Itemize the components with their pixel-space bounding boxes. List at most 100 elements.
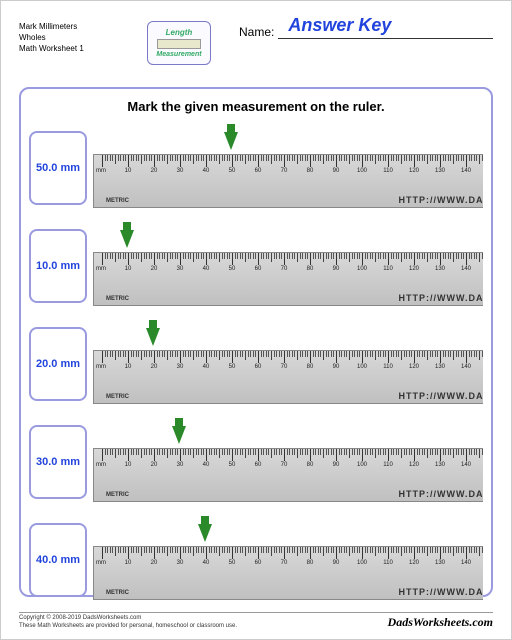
- tick-label: 120: [409, 364, 419, 370]
- tick-label: 60: [255, 560, 262, 566]
- value-text: 10.0 mm: [36, 260, 80, 272]
- tick-label: 120: [409, 462, 419, 468]
- tick-label: 40: [203, 560, 210, 566]
- tick-label: 40: [203, 266, 210, 272]
- ruler: 102030405060708090100110120130140150160m…: [93, 546, 483, 600]
- tick-label: 40: [203, 462, 210, 468]
- tick-label: 90: [333, 168, 340, 174]
- metric-label: METRIC: [106, 492, 129, 498]
- watermark: HTTP://WWW.DADS: [399, 293, 484, 303]
- tick-label: 90: [333, 364, 340, 370]
- tick-label: 140: [461, 364, 471, 370]
- logo-text-bottom: Measurement: [156, 51, 201, 58]
- measurement-row: 20.0 mm102030405060708090100110120130140…: [29, 320, 483, 408]
- mm-label: mm: [96, 364, 106, 370]
- copyright-text: Copyright © 2008-2019 DadsWorksheets.com: [19, 615, 237, 623]
- arrow-down-icon: [120, 230, 134, 248]
- tick-label: 70: [281, 462, 288, 468]
- tick-label: 20: [151, 462, 158, 468]
- value-box: 50.0 mm: [29, 131, 87, 205]
- tick-label: 70: [281, 364, 288, 370]
- tick-label: 120: [409, 168, 419, 174]
- value-text: 30.0 mm: [36, 456, 80, 468]
- tick-label: 100: [357, 560, 367, 566]
- title-line-1: Mark Millimeters: [19, 21, 139, 32]
- logo: Length Measurement: [139, 21, 219, 65]
- tick-label: 110: [383, 364, 393, 370]
- tick-label: 60: [255, 364, 262, 370]
- logo-box: Length Measurement: [147, 21, 211, 65]
- tick-label: 110: [383, 168, 393, 174]
- tick-label: 30: [177, 364, 184, 370]
- tick-label: 80: [307, 560, 314, 566]
- measurement-row: 10.0 mm102030405060708090100110120130140…: [29, 222, 483, 310]
- ruler: 102030405060708090100110120130140150160m…: [93, 448, 483, 502]
- tick-label: 130: [435, 462, 445, 468]
- arrow-down-icon: [146, 328, 160, 346]
- tick-label: 50: [229, 168, 236, 174]
- metric-label: METRIC: [106, 296, 129, 302]
- tick-label: 50: [229, 462, 236, 468]
- tick-label: 90: [333, 266, 340, 272]
- value-box: 30.0 mm: [29, 425, 87, 499]
- arrow-down-icon: [172, 426, 186, 444]
- name-input-line[interactable]: Answer Key: [278, 21, 493, 39]
- value-text: 20.0 mm: [36, 358, 80, 370]
- tick-label: 100: [357, 168, 367, 174]
- tick-label: 110: [383, 462, 393, 468]
- tick-label: 30: [177, 462, 184, 468]
- mm-label: mm: [96, 462, 106, 468]
- watermark: HTTP://WWW.DADS: [399, 489, 484, 499]
- tick-label: 80: [307, 266, 314, 272]
- tick-label: 120: [409, 266, 419, 272]
- ruler-zone: 102030405060708090100110120130140150160m…: [93, 320, 483, 408]
- ruler: 102030405060708090100110120130140150160m…: [93, 252, 483, 306]
- tick-label: 140: [461, 168, 471, 174]
- measurement-row: 30.0 mm102030405060708090100110120130140…: [29, 418, 483, 506]
- measurement-row: 50.0 mm102030405060708090100110120130140…: [29, 124, 483, 212]
- mm-label: mm: [96, 168, 106, 174]
- arrow-down-icon: [224, 132, 238, 150]
- tick-label: 10: [125, 364, 132, 370]
- tick-label: 20: [151, 560, 158, 566]
- footer-note: These Math Worksheets are provided for p…: [19, 623, 237, 631]
- ruler-icon: [157, 39, 201, 49]
- tick-label: 70: [281, 168, 288, 174]
- logo-text-top: Length: [166, 28, 193, 37]
- instruction-text: Mark the given measurement on the ruler.: [29, 99, 483, 114]
- tick-label: 20: [151, 364, 158, 370]
- name-field-area: Name: Answer Key: [219, 21, 493, 47]
- mm-label: mm: [96, 266, 106, 272]
- tick-label: 140: [461, 560, 471, 566]
- tick-label: 70: [281, 266, 288, 272]
- tick-label: 10: [125, 560, 132, 566]
- value-box: 40.0 mm: [29, 523, 87, 597]
- metric-label: METRIC: [106, 394, 129, 400]
- tick-label: 20: [151, 266, 158, 272]
- tick-label: 140: [461, 462, 471, 468]
- tick-label: 100: [357, 462, 367, 468]
- tick-label: 120: [409, 560, 419, 566]
- tick-label: 100: [357, 266, 367, 272]
- ruler-zone: 102030405060708090100110120130140150160m…: [93, 418, 483, 506]
- tick-label: 10: [125, 462, 132, 468]
- answer-key-text: Answer Key: [288, 15, 391, 36]
- tick-label: 40: [203, 364, 210, 370]
- value-text: 40.0 mm: [36, 554, 80, 566]
- tick-label: 110: [383, 266, 393, 272]
- tick-label: 50: [229, 560, 236, 566]
- mm-label: mm: [96, 560, 106, 566]
- tick-label: 140: [461, 266, 471, 272]
- ruler: 102030405060708090100110120130140150160m…: [93, 154, 483, 208]
- watermark: HTTP://WWW.DADS: [399, 587, 484, 597]
- tick-label: 60: [255, 266, 262, 272]
- header: Mark Millimeters Wholes Math Worksheet 1…: [19, 21, 493, 81]
- tick-label: 10: [125, 168, 132, 174]
- watermark: HTTP://WWW.DADS: [399, 195, 484, 205]
- tick-label: 30: [177, 168, 184, 174]
- value-text: 50.0 mm: [36, 162, 80, 174]
- value-box: 20.0 mm: [29, 327, 87, 401]
- ruler-zone: 102030405060708090100110120130140150160m…: [93, 124, 483, 212]
- content-frame: Mark the given measurement on the ruler.…: [19, 87, 493, 597]
- header-title-block: Mark Millimeters Wholes Math Worksheet 1: [19, 21, 139, 55]
